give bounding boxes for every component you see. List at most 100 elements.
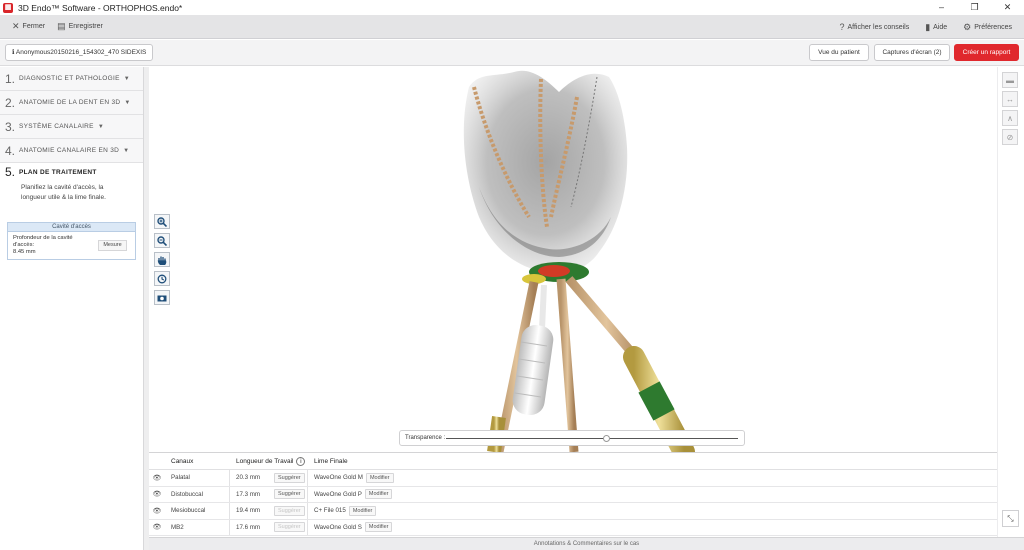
transparency-slider-thumb[interactable] — [602, 435, 610, 442]
access-cavity-panel: Cavité d'accès Profondeur de la cavité d… — [7, 222, 136, 260]
zoom-out-button[interactable] — [154, 233, 170, 248]
table-row: 👁 Palatal 20.3 mm Suggérer WaveOne Gold … — [149, 470, 997, 487]
chevron-down-icon: ▼ — [123, 75, 130, 82]
access-cavity-header: Cavité d'accès — [8, 223, 135, 232]
3d-viewport[interactable] — [149, 67, 997, 452]
comment-icon: ▬ — [1006, 75, 1014, 85]
title-bar: ▦ 3D Endo™ Software - ORTHOPHOS.endo* – … — [0, 0, 1024, 15]
working-length-cell: 17.6 mm Suggérer — [230, 519, 308, 535]
screenshots-button[interactable]: Captures d'écran (2) — [874, 44, 950, 61]
working-length-cell: 20.3 mm Suggérer — [230, 470, 308, 486]
file-cell: C+ File 015 Modifier — [308, 503, 377, 519]
save-button[interactable]: ▤ Enregistrer — [57, 21, 103, 32]
restore-button[interactable]: ❐ — [958, 0, 991, 15]
working-length-cell: 17.3 mm Suggérer — [230, 486, 308, 502]
screenshot-button[interactable] — [154, 290, 170, 305]
step-number: 1. — [5, 71, 16, 86]
step-treatment-plan[interactable]: 5. PLAN DE TRAITEMENT — [0, 163, 143, 181]
step-number: 5. — [5, 165, 16, 179]
step-label: ANATOMIE CANALAIRE EN 3D — [19, 147, 120, 154]
gear-icon: ⚙ — [963, 21, 972, 32]
suggest-button[interactable]: Suggérer — [274, 522, 305, 533]
angle-tool-button[interactable]: ∧ — [1002, 110, 1018, 126]
header-canal: Canaux — [171, 457, 194, 465]
step-canal-system[interactable]: 3. SYSTÈME CANALAIRE ▼ — [0, 115, 143, 139]
step-tooth-anatomy[interactable]: 2. ANATOMIE DE LA DENT EN 3D ▼ — [0, 91, 143, 115]
chevron-down-icon: ▼ — [124, 99, 131, 106]
compass-tool-button[interactable]: ⊘ — [1002, 129, 1018, 145]
help-circle-icon: ? — [839, 22, 845, 32]
transparency-slider[interactable] — [446, 438, 738, 439]
preferences-button[interactable]: ⚙ Préférences — [963, 22, 1012, 33]
patient-view-button[interactable]: Vue du patient — [809, 44, 869, 61]
close-file-button[interactable]: ✕ Fermer — [12, 21, 45, 32]
zoom-in-icon — [157, 216, 167, 227]
help-button[interactable]: ▮ Aide — [925, 22, 947, 33]
reset-view-button[interactable] — [154, 271, 170, 286]
eye-icon[interactable]: 👁 — [149, 507, 165, 515]
step-label: PLAN DE TRAITEMENT — [19, 168, 97, 176]
zoom-in-button[interactable] — [154, 214, 170, 229]
canal-name: Mesiobuccal — [165, 503, 230, 519]
patient-name: Anonymous20150216_154302_470 SIDEXIS — [15, 49, 147, 56]
modify-button[interactable]: Modifier — [364, 489, 393, 500]
working-length-value: 19.4 mm — [236, 507, 261, 515]
canal-name: Distobuccal — [165, 486, 230, 502]
measure-button[interactable]: Mesure — [98, 240, 127, 251]
annotations-toggle-bar[interactable]: Annotations & Commentaires sur le cas — [149, 537, 1024, 550]
eye-icon[interactable]: 👁 — [149, 523, 165, 531]
annotation-tools: ▬ ↔ ∧ ⊘ — [1002, 72, 1019, 148]
show-tips-button[interactable]: ? Afficher les conseils — [839, 22, 909, 32]
patient-case-button[interactable]: ℹ Anonymous20150216_154302_470 SIDEXIS — [5, 44, 154, 61]
step-number: 4. — [5, 143, 16, 158]
suggest-button[interactable]: Suggérer — [274, 489, 305, 500]
working-length-value: 20.3 mm — [236, 474, 261, 482]
suggest-button[interactable]: Suggérer — [274, 505, 305, 516]
comment-tool-button[interactable]: ▬ — [1002, 72, 1018, 88]
window-title: 3D Endo™ Software - ORTHOPHOS.endo* — [18, 2, 183, 13]
fullscreen-button[interactable]: ⤡ — [1002, 510, 1019, 527]
chevron-down-icon: ▼ — [123, 147, 130, 154]
app-logo-icon: ▦ — [3, 2, 13, 13]
suggest-button[interactable]: Suggérer — [274, 472, 305, 483]
create-report-button[interactable]: Créer un rapport — [954, 44, 1019, 61]
tooth-3d-render — [463, 70, 695, 452]
table-header: Canaux Longueur de Travail i Lime Finale — [149, 453, 997, 470]
info-icon[interactable]: i — [296, 456, 306, 466]
pan-button[interactable] — [154, 252, 170, 267]
header-length: Longueur de Travail i — [230, 453, 308, 469]
measure-distance-button[interactable]: ↔ — [1002, 91, 1018, 107]
file-cell: WaveOne Gold P Modifier — [308, 487, 393, 503]
modify-button[interactable]: Modifier — [348, 505, 377, 516]
working-length-value: 17.3 mm — [236, 490, 261, 498]
working-length-cell: 19.4 mm Suggérer — [230, 503, 308, 519]
transparency-control: Transparence : — [399, 430, 745, 446]
file-value: WaveOne Gold S — [314, 523, 362, 531]
file-value: WaveOne Gold M — [314, 474, 363, 482]
file-cell: WaveOne Gold S Modifier — [308, 520, 393, 536]
help-label: Aide — [933, 23, 948, 31]
canal-name: MB2 — [165, 519, 230, 535]
close-window-button[interactable]: ✕ — [991, 0, 1024, 15]
book-icon: ▮ — [925, 21, 931, 32]
cavity-depth-label: Profondeur de la cavité d'accès: — [13, 235, 73, 248]
minimize-button[interactable]: – — [925, 0, 958, 15]
eye-icon[interactable]: 👁 — [149, 490, 165, 498]
step-diagnostic[interactable]: 1. DIAGNOSTIC ET PATHOLOGIE ▼ — [0, 67, 143, 91]
step-description: Planifiez la cavité d'accès, la longueur… — [21, 184, 106, 201]
eye-icon[interactable]: 👁 — [149, 474, 165, 482]
step-canal-anatomy[interactable]: 4. ANATOMIE CANALAIRE EN 3D ▼ — [0, 139, 143, 163]
view-tools — [154, 214, 172, 309]
modify-button[interactable]: Modifier — [364, 522, 393, 533]
table-row: 👁 MB2 17.6 mm Suggérer WaveOne Gold S Mo… — [149, 519, 997, 536]
toolbar-right: ? Afficher les conseils ▮ Aide ⚙ Préfére… — [823, 15, 1012, 39]
modify-button[interactable]: Modifier — [365, 472, 394, 483]
workflow-panel: 1. DIAGNOSTIC ET PATHOLOGIE ▼ 2. ANATOMI… — [0, 67, 144, 550]
annotations-label: Annotations & Commentaires sur le cas — [533, 541, 640, 547]
close-icon: ✕ — [12, 21, 20, 31]
camera-icon — [157, 295, 167, 301]
canal-name: Palatal — [165, 470, 230, 486]
table-row: 👁 Mesiobuccal 19.4 mm Suggérer C+ File 0… — [149, 503, 997, 520]
header-file: Lime Finale — [314, 457, 348, 465]
working-length-value: 17.6 mm — [236, 523, 261, 531]
